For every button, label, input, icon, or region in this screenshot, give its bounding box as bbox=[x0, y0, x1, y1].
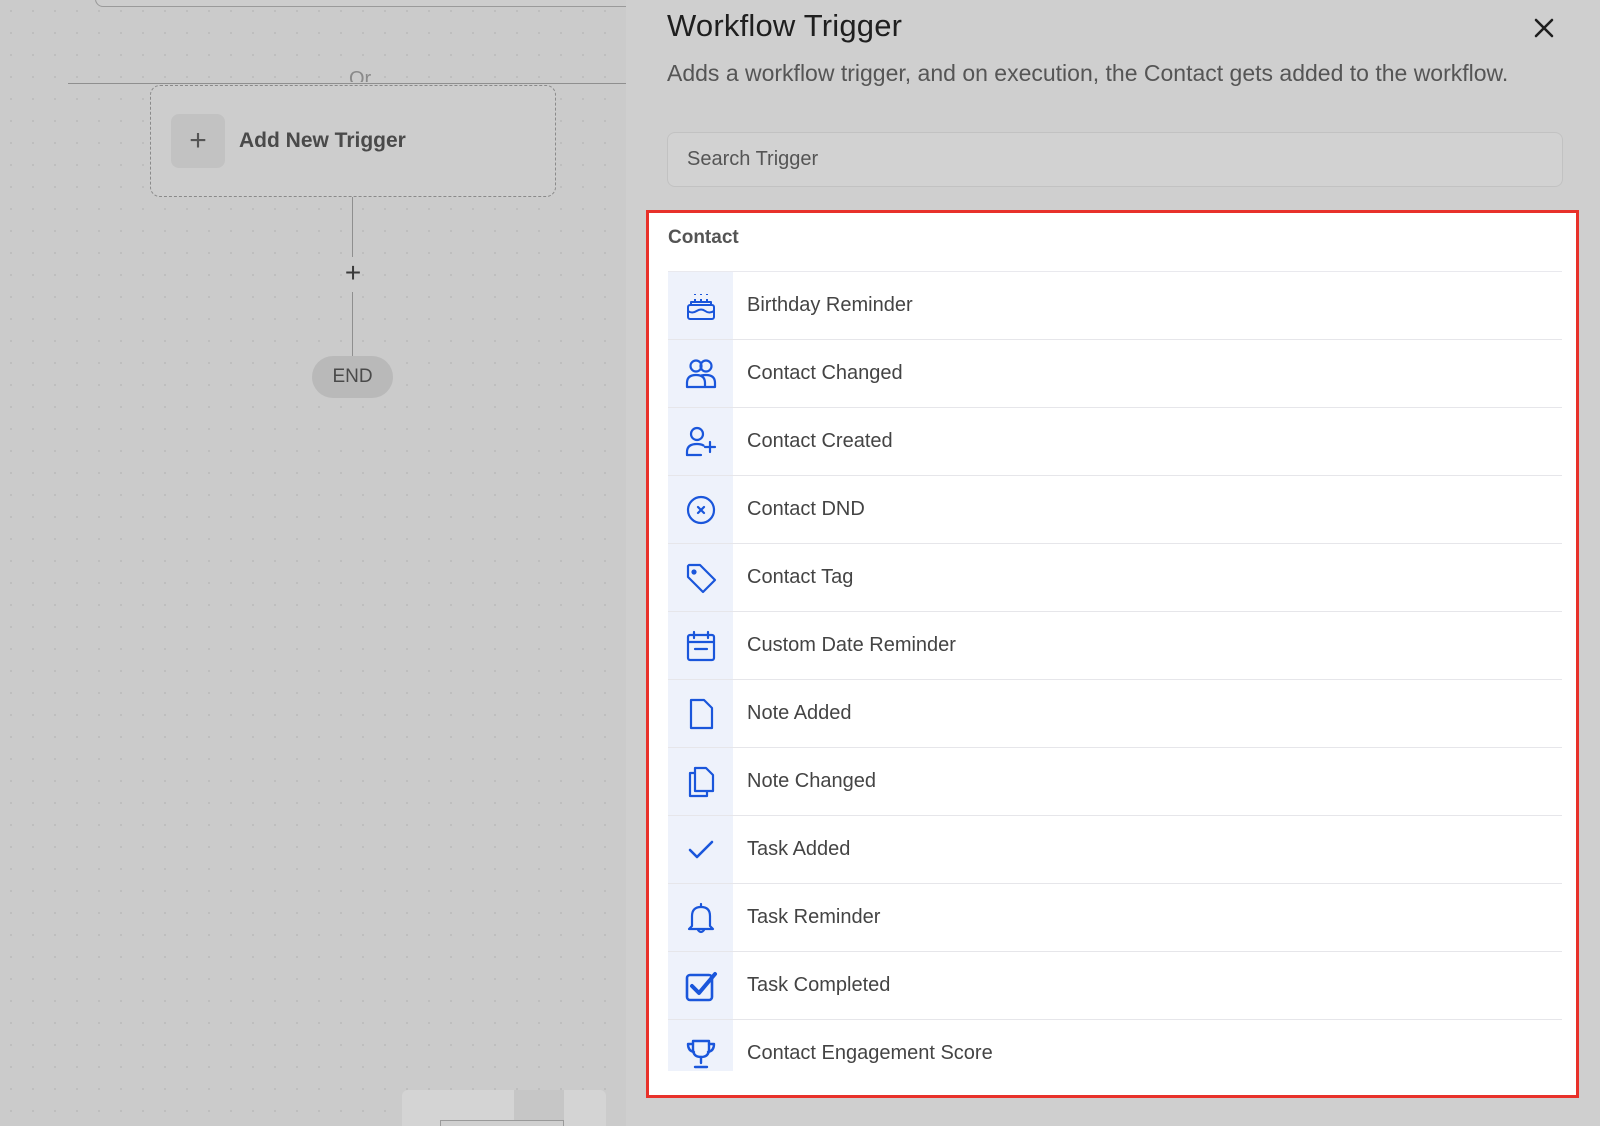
trigger-item-label: Task Completed bbox=[747, 974, 891, 996]
connector-line bbox=[352, 197, 353, 257]
trigger-item-contact-changed[interactable]: Contact Changed bbox=[668, 340, 1562, 408]
check-icon bbox=[688, 840, 713, 858]
trigger-list-panel: Contact Birthday Reminder Contact Change… bbox=[646, 210, 1579, 1098]
trigger-item-label: Contact Created bbox=[747, 430, 893, 452]
trigger-item-birthday-reminder[interactable]: Birthday Reminder bbox=[668, 272, 1562, 340]
trigger-item-note-added[interactable]: Note Added bbox=[668, 680, 1562, 748]
trigger-item-task-completed[interactable]: Task Completed bbox=[668, 952, 1562, 1020]
end-node: END bbox=[312, 356, 393, 398]
add-new-trigger-card[interactable]: + Add New Trigger bbox=[150, 85, 556, 197]
add-new-trigger-label: Add New Trigger bbox=[239, 129, 406, 152]
trigger-item-label: Task Reminder bbox=[747, 906, 881, 928]
trigger-item-label: Custom Date Reminder bbox=[747, 634, 956, 656]
or-label: Or bbox=[345, 68, 376, 82]
section-title-contact: Contact bbox=[668, 227, 739, 248]
trophy-icon bbox=[686, 1039, 715, 1068]
trigger-item-contact-dnd[interactable]: Contact DND bbox=[668, 476, 1562, 544]
plus-icon: + bbox=[171, 114, 225, 168]
or-divider bbox=[68, 83, 626, 84]
search-trigger-input[interactable] bbox=[667, 132, 1563, 187]
files-icon bbox=[688, 766, 714, 797]
trigger-item-contact-created[interactable]: Contact Created bbox=[668, 408, 1562, 476]
tag-icon bbox=[686, 563, 716, 593]
user-plus-icon bbox=[685, 426, 716, 456]
canvas-minimap[interactable] bbox=[402, 1090, 606, 1126]
workflow-trigger-drawer: Workflow Trigger Adds a workflow trigger… bbox=[626, 0, 1600, 1126]
connector-line bbox=[352, 292, 353, 356]
trigger-item-contact-tag[interactable]: Contact Tag bbox=[668, 544, 1562, 612]
trigger-item-task-added[interactable]: Task Added bbox=[668, 816, 1562, 884]
trigger-item-label: Contact Tag bbox=[747, 566, 854, 588]
trigger-item-task-reminder[interactable]: Task Reminder bbox=[668, 884, 1562, 952]
trigger-item-label: Task Added bbox=[747, 838, 851, 860]
add-step-plus-icon[interactable]: + bbox=[340, 259, 366, 287]
drawer-title: Workflow Trigger bbox=[667, 8, 903, 43]
trigger-list[interactable]: Birthday Reminder Contact Changed Contac… bbox=[668, 271, 1562, 1071]
trigger-item-label: Note Changed bbox=[747, 770, 876, 792]
workflow-canvas: Or + Add New Trigger + END bbox=[0, 0, 626, 1126]
users-icon bbox=[685, 358, 716, 388]
trigger-item-custom-date-reminder[interactable]: Custom Date Reminder bbox=[668, 612, 1562, 680]
x-circle-icon bbox=[686, 495, 715, 524]
trigger-item-label: Contact Engagement Score bbox=[747, 1042, 993, 1064]
drawer-description: Adds a workflow trigger, and on executio… bbox=[667, 60, 1509, 86]
birthday-cake-icon bbox=[686, 293, 715, 320]
trigger-item-note-changed[interactable]: Note Changed bbox=[668, 748, 1562, 816]
bell-icon bbox=[687, 902, 714, 933]
close-icon bbox=[1534, 18, 1554, 38]
trigger-item-label: Note Added bbox=[747, 702, 852, 724]
close-button[interactable] bbox=[1528, 12, 1560, 44]
calendar-icon bbox=[686, 630, 715, 661]
trigger-item-label: Birthday Reminder bbox=[747, 294, 913, 316]
file-icon bbox=[689, 698, 713, 729]
trigger-item-contact-engagement-score[interactable]: Contact Engagement Score bbox=[668, 1020, 1562, 1071]
check-square-icon bbox=[685, 971, 717, 1001]
trigger-item-label: Contact Changed bbox=[747, 362, 903, 384]
minimap-frame bbox=[440, 1120, 564, 1126]
minimap-viewport[interactable] bbox=[514, 1090, 564, 1120]
previous-trigger-card[interactable] bbox=[95, 0, 626, 7]
trigger-item-label: Contact DND bbox=[747, 498, 865, 520]
